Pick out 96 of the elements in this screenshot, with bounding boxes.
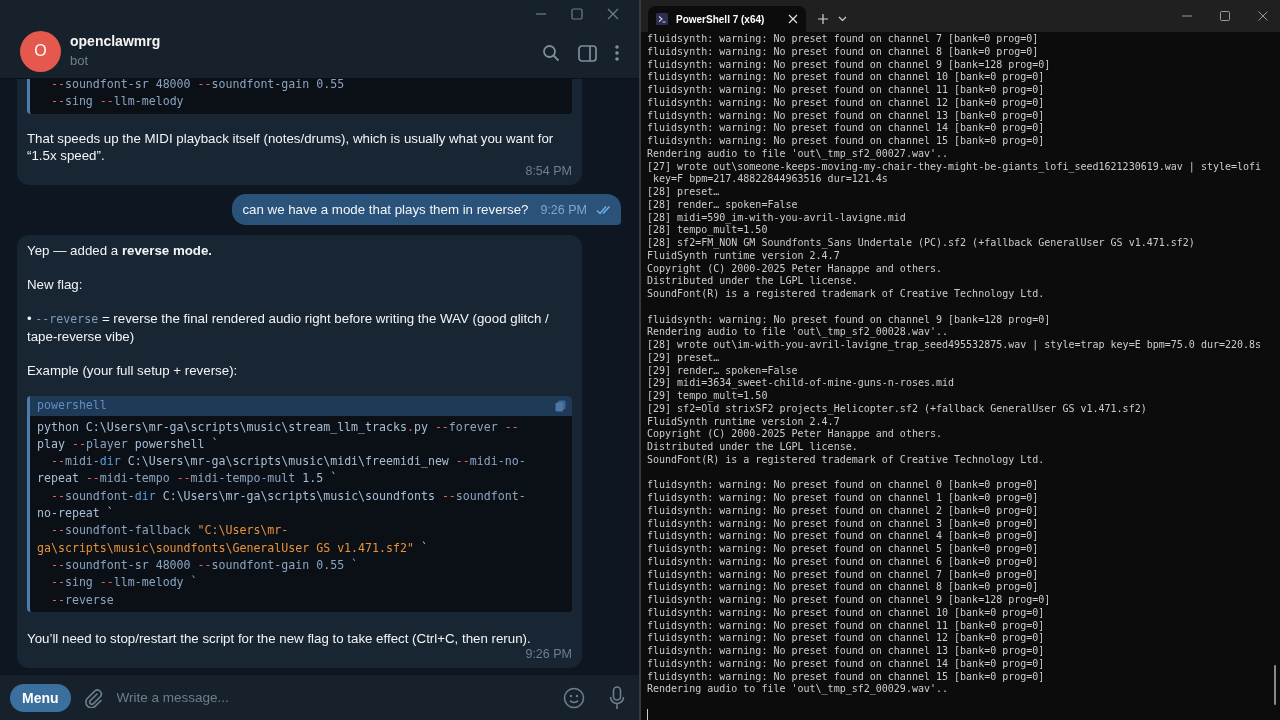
terminal-line: [28] render… spoken=False: [647, 198, 798, 212]
close-icon[interactable]: [1258, 11, 1268, 21]
message-input[interactable]: Write a message...: [114, 681, 551, 714]
terminal-line: [29] midi=3634_sweet-child-of-mine-guns-n-roses.mid: [647, 377, 955, 390]
message-time: 9:26 PM: [540, 202, 587, 218]
plus-icon[interactable]: [818, 14, 828, 24]
terminal-line: fluidsynth: warning: No preset found on channel 9 [bank=128 prog=0]: [647, 58, 1051, 72]
terminal-line: fluidsynth: warning: No preset found on channel 0 [bank=0 prog=0]: [647, 479, 1039, 492]
text-cursor: [647, 708, 648, 720]
terminal-line: fluidsynth: warning: No preset found on channel 14 [bank=0 prog=0]: [647, 122, 1045, 135]
terminal-line: fluidsynth: warning: No preset found on channel 8 [bank=0 prog=0]: [647, 45, 1039, 59]
emoji-icon[interactable]: [563, 686, 585, 709]
terminal-line: fluidsynth: warning: No preset found on channel 9 [bank=128 prog=0]: [647, 594, 1051, 607]
terminal-line: fluidsynth: warning: No preset found on channel 10 [bank=0 prog=0]: [647, 71, 1045, 84]
copy-icon[interactable]: [555, 399, 566, 412]
message-time: 9:26 PM: [524, 646, 572, 662]
message-text: You’ll need to stop/restart the script for the new flag to take effect (Ctrl+C, then rerun).: [27, 629, 532, 647]
code-line: --sing --llm-melody `: [49, 574, 198, 592]
message-text: • --reverse = reverse the final rendered audio right before writing the WAV (good glitch / tape-reverse vibe): [27, 309, 550, 345]
terminal-line: fluidsynth: warning: No preset found on channel 14 [bank=0 prog=0]: [647, 657, 1045, 671]
terminal-line: fluidsynth: warning: No preset found on channel 11 [bank=0 prog=0]: [647, 84, 1045, 97]
code-line: --soundfont-sr 48000 --soundfont-gain 0.55: [49, 79, 345, 93]
microphone-icon[interactable]: [609, 685, 625, 710]
maximize-icon[interactable]: [1220, 11, 1230, 21]
code-line: no-repeat `: [37, 505, 114, 523]
maximize-icon[interactable]: [571, 8, 583, 20]
terminal-line: Copyright (C) 2000-2025 Peter Hanappe and others.: [647, 428, 942, 441]
terminal-line: [28] preset…: [647, 186, 720, 199]
terminal-line: fluidsynth: warning: No preset found on channel 11 [bank=0 prog=0]: [647, 619, 1045, 633]
terminal-line: fluidsynth: warning: No preset found on channel 1 [bank=0 prog=0]: [647, 492, 1039, 505]
terminal-line: Distributed under the LGPL license.: [647, 441, 858, 454]
code-line: python C:\Users\mr-ga\scripts\music\stream_llm_tracks.py --forever --: [37, 418, 519, 436]
terminal-line: key=F bpm=217.48822844963516 dur=121.4s: [652, 173, 888, 186]
terminal-line: SoundFont(R) is a registered trademark of Creative Technology Ltd.: [647, 288, 1045, 301]
terminal-line: [28] midi=590_im-with-you-avril-lavigne.mid: [647, 211, 906, 225]
code-line: ga\scripts\music\soundfonts\GeneralUser GS v1.471.sf2" `: [37, 539, 428, 557]
more-icon[interactable]: [615, 45, 619, 61]
chat-status: bot: [70, 52, 89, 68]
code-line: --sing --llm-melody: [49, 93, 184, 111]
composer-bar[interactable]: Menu Write a message...: [0, 675, 639, 720]
code-line: --soundfont-dir C:\Users\mr-ga\scripts\music\soundfonts --soundfont-: [49, 487, 526, 505]
code-line: --soundfont-fallback "C:\Users\mr-: [49, 522, 289, 540]
code-line: --midi-dir C:\Users\mr-ga\scripts\music\midi\freemidi_new --midi-no-: [49, 453, 526, 471]
terminal-line: fluidsynth: warning: No preset found on channel 9 [bank=128 prog=0]: [647, 313, 1051, 327]
terminal-line: [29] sf2=Old strixSF2 projects_Helicopter.sf2 (+fallback GeneralUser GS v1.471.sf2): [647, 402, 1147, 416]
terminal-line: FluidSynth runtime version 2.4.7: [647, 249, 840, 263]
terminal-tab[interactable]: PowerShell 7 (x64): [648, 6, 806, 32]
terminal-line: [29] render… spoken=False: [647, 364, 798, 378]
terminal-line: Distributed under the LGPL license.: [647, 275, 858, 288]
message-text: can we have a mode that plays them in reverse?: [242, 200, 529, 218]
chat-name: openclawmrg: [70, 32, 161, 49]
terminal-line: fluidsynth: warning: No preset found on channel 12 [bank=0 prog=0]: [647, 96, 1045, 110]
message-text: New flag:: [27, 275, 84, 293]
terminal-line: fluidsynth: warning: No preset found on channel 10 [bank=0 prog=0]: [647, 606, 1045, 620]
message-text: That speeds up the MIDI playback itself (notes/drums), which is usually what you want for “1.5x speed”.: [27, 129, 555, 164]
terminal-line: fluidsynth: warning: No preset found on channel 4 [bank=0 prog=0]: [647, 530, 1039, 543]
paperclip-icon[interactable]: [82, 687, 103, 708]
terminal-line: fluidsynth: warning: No preset found on channel 15 [bank=0 prog=0]: [647, 670, 1045, 684]
terminal-line: fluidsynth: warning: No preset found on channel 7 [bank=0 prog=0]: [647, 33, 1039, 46]
terminal-line: fluidsynth: warning: No preset found on channel 2 [bank=0 prog=0]: [647, 504, 1039, 518]
caret-icon[interactable]: [838, 16, 847, 22]
terminal-line: fluidsynth: warning: No preset found on channel 5 [bank=0 prog=0]: [647, 543, 1039, 556]
search-icon[interactable]: [542, 44, 560, 62]
terminal-line: [27] wrote out\someone-keeps-moving-my-chair-they-might-be-giants_lofi_seed1621230619.wav | style=lofi: [647, 160, 1262, 174]
code-line: --soundfont-sr 48000 --soundfont-gain 0.55 `: [49, 556, 359, 574]
message-time: 8:54 PM: [524, 163, 572, 179]
terminal-line: fluidsynth: warning: No preset found on channel 15 [bank=0 prog=0]: [647, 135, 1045, 148]
code-line: repeat --midi-tempo --midi-tempo-mult 1.5 `: [37, 470, 338, 488]
terminal-line: Rendering audio to file 'out\_tmp_sf2_00028.wav'..: [647, 326, 949, 339]
terminal-line: [28] wrote out\im-with-you-avril-lavigne_trap_seed495532875.wav | style=trap key=E bpm=75.0 dur=220.8s: [647, 339, 1262, 352]
terminal-line: [29] tempo_mult=1.50: [647, 390, 768, 403]
terminal-line: SoundFont(R) is a registered trademark of Creative Technology Ltd.: [647, 453, 1045, 467]
message-text: Yep — added a reverse mode.: [27, 241, 214, 259]
avatar[interactable]: O: [20, 30, 61, 72]
code-language: powershell: [37, 397, 107, 415]
scrollbar-thumb[interactable]: [1274, 665, 1276, 705]
sidebar-icon[interactable]: [578, 44, 597, 62]
terminal-line: [28] sf2=FM_NON GM Soundfonts_Sans Undertale (PC).sf2 (+fallback GeneralUser GS v1.471.sf2): [647, 237, 1195, 250]
terminal-line: fluidsynth: warning: No preset found on channel 13 [bank=0 prog=0]: [647, 645, 1045, 658]
terminal-line: [29] preset…: [647, 351, 720, 365]
terminal-line: fluidsynth: warning: No preset found on channel 6 [bank=0 prog=0]: [647, 555, 1039, 569]
terminal-line: fluidsynth: warning: No preset found on channel 12 [bank=0 prog=0]: [647, 632, 1045, 645]
terminal-line: [28] tempo_mult=1.50: [647, 224, 768, 237]
terminal-line: fluidsynth: warning: No preset found on channel 8 [bank=0 prog=0]: [647, 581, 1039, 594]
terminal-line: fluidsynth: warning: No preset found on channel 13 [bank=0 prog=0]: [647, 109, 1045, 123]
terminal-icon: [656, 13, 668, 25]
code-line: --reverse: [49, 591, 114, 609]
terminal-line: fluidsynth: warning: No preset found on channel 3 [bank=0 prog=0]: [647, 517, 1039, 531]
code-line: play --player powershell `: [37, 435, 219, 453]
terminal-line: Rendering audio to file 'out\_tmp_sf2_00029.wav'..: [647, 683, 949, 696]
terminal-line: Copyright (C) 2000-2025 Peter Hanappe and others.: [647, 262, 942, 276]
terminal-line: fluidsynth: warning: No preset found on channel 7 [bank=0 prog=0]: [647, 568, 1039, 582]
message-text: Example (your full setup + reverse):: [27, 361, 239, 379]
terminal-line: Rendering audio to file 'out\_tmp_sf2_00027.wav'..: [647, 147, 949, 161]
terminal-line: FluidSynth runtime version 2.4.7: [647, 415, 840, 429]
menu-button[interactable]: Menu: [10, 683, 71, 712]
